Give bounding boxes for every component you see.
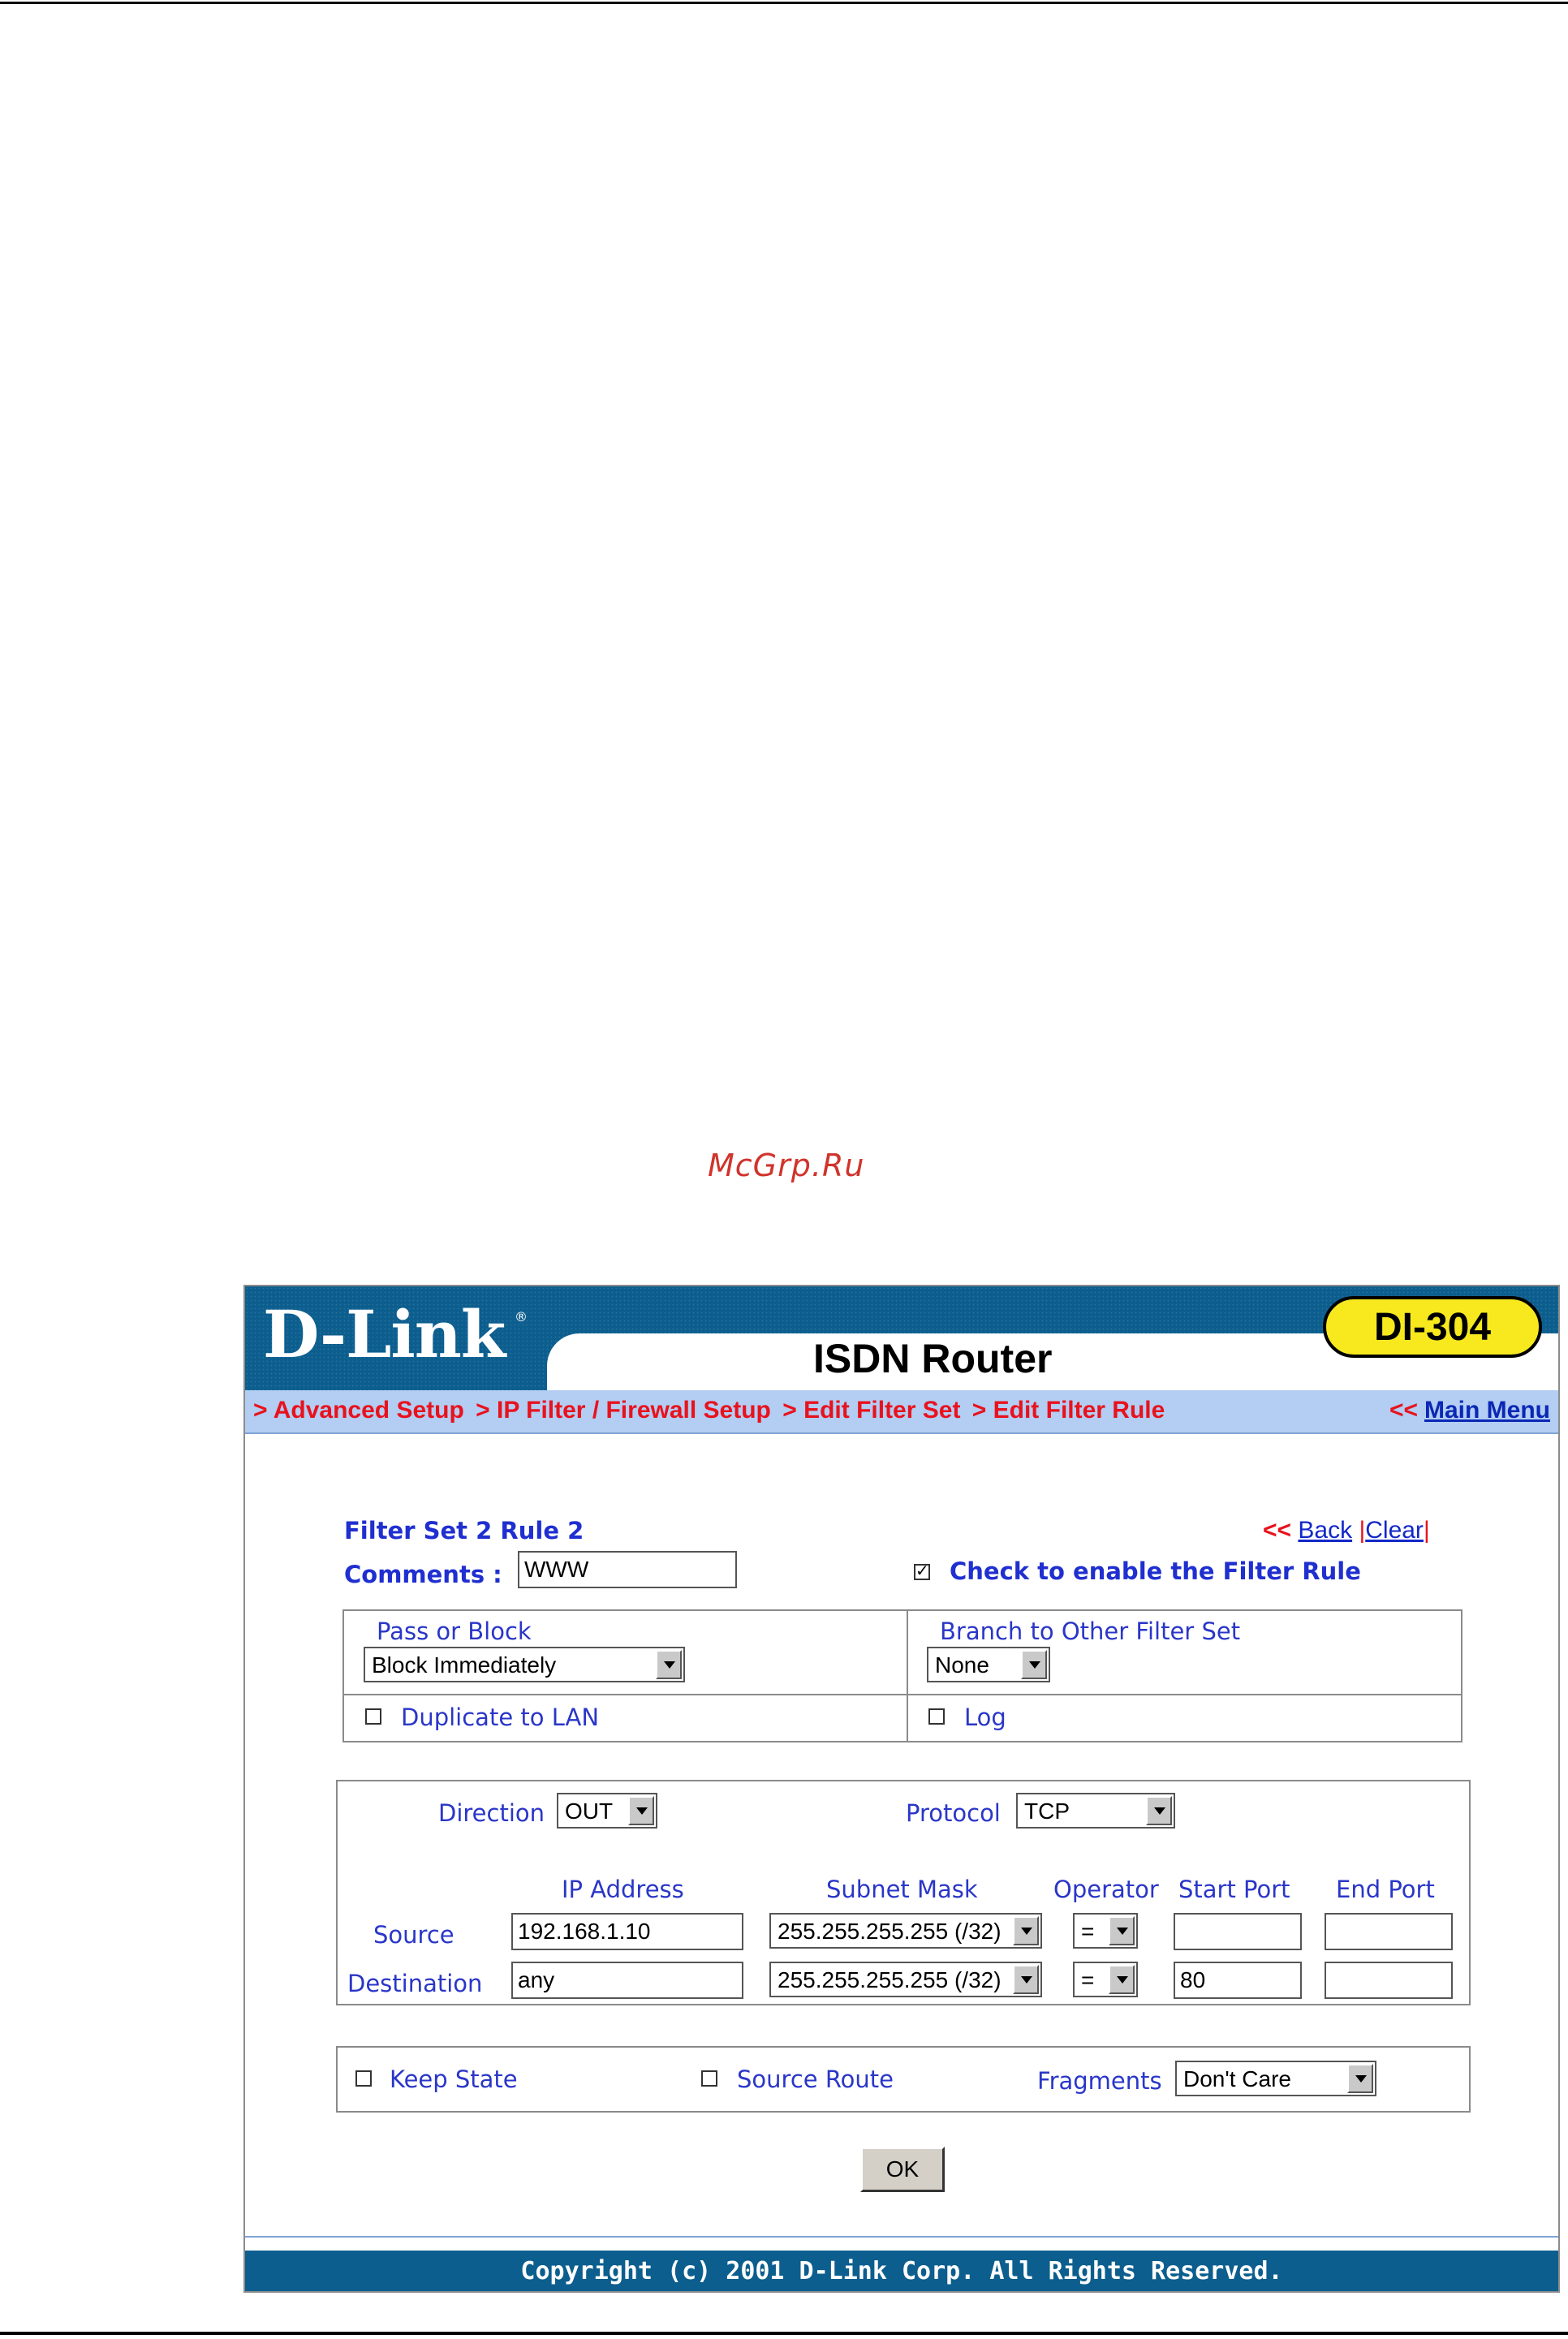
col-start-port: Start Port: [1178, 1876, 1290, 1903]
pass-block-label: Pass or Block: [377, 1617, 532, 1645]
ok-button[interactable]: OK: [860, 2147, 945, 2192]
chevron-down-icon[interactable]: [1109, 1965, 1135, 1994]
header-banner: D-Link ® ISDN Router DI-304: [245, 1286, 1558, 1390]
breadcrumb-item-edit-filter-rule: > Edit Filter Rule: [971, 1397, 1165, 1424]
chevron-down-icon[interactable]: [1347, 2064, 1373, 2093]
col-subnet-mask: Subnet Mask: [826, 1876, 978, 1903]
source-mask-select[interactable]: 255.255.255.255 (/32): [769, 1913, 1042, 1949]
main-menu-nav: << Main Menu: [1389, 1397, 1550, 1424]
keep-state-label: Keep State: [390, 2065, 518, 2093]
chevron-down-icon[interactable]: [1109, 1916, 1135, 1945]
source-operator-select[interactable]: =: [1073, 1913, 1138, 1949]
source-route-checkbox[interactable]: [701, 2070, 717, 2087]
router-window: D-Link ® ISDN Router DI-304 > Advanced S…: [243, 1285, 1560, 2293]
destination-mask-value: 255.255.255.255 (/32): [778, 1967, 1002, 1992]
direction-label: Direction: [438, 1799, 545, 1827]
branch-label: Branch to Other Filter Set: [940, 1617, 1241, 1645]
breadcrumb-item-ip-filter[interactable]: > IP Filter / Firewall Setup: [476, 1397, 771, 1424]
duplicate-lan-checkbox[interactable]: [365, 1708, 381, 1725]
log-label: Log: [964, 1704, 1006, 1731]
chevron-down-icon[interactable]: [1013, 1916, 1039, 1945]
footer-copyright: Copyright (c) 2001 D-Link Corp. All Righ…: [245, 2251, 1558, 2291]
destination-ip-input[interactable]: any: [511, 1962, 743, 1999]
direction-select[interactable]: OUT: [557, 1793, 657, 1829]
nav-links: << Back |Clear|: [1263, 1517, 1430, 1544]
chevron-down-icon[interactable]: [1021, 1650, 1047, 1679]
dlink-logo: D-Link: [263, 1296, 506, 1372]
action-row-divider: [342, 1694, 1462, 1695]
back-link[interactable]: Back: [1298, 1517, 1352, 1544]
source-start-port-input[interactable]: [1174, 1913, 1302, 1950]
watermark: McGrp.Ru: [708, 1148, 865, 1183]
registered-mark: ®: [515, 1309, 528, 1325]
rule-title: Filter Set 2 Rule 2: [344, 1517, 584, 1544]
destination-end-port-input[interactable]: [1325, 1962, 1453, 1999]
main-menu-arrow-icon: <<: [1389, 1397, 1418, 1424]
destination-label: Destination: [347, 1970, 483, 1997]
chevron-down-icon[interactable]: [656, 1650, 682, 1679]
fragments-value: Don't Care: [1183, 2066, 1291, 2091]
destination-mask-select[interactable]: 255.255.255.255 (/32): [769, 1962, 1042, 1997]
destination-start-port-input[interactable]: 80: [1174, 1962, 1302, 1999]
breadcrumb: > Advanced Setup > IP Filter / Firewall …: [245, 1390, 1558, 1434]
comments-label: Comments :: [344, 1561, 502, 1588]
log-checkbox[interactable]: [928, 1708, 945, 1725]
action-divider: [907, 1609, 908, 1742]
chevron-down-icon[interactable]: [1146, 1796, 1172, 1825]
source-route-label: Source Route: [737, 2065, 894, 2093]
back-arrow-icon: <<: [1263, 1517, 1292, 1544]
col-ip-address: IP Address: [562, 1876, 684, 1903]
product-title: ISDN Router: [813, 1336, 1053, 1381]
chevron-down-icon[interactable]: [628, 1796, 654, 1825]
fragments-select[interactable]: Don't Care: [1175, 2061, 1376, 2096]
footer-divider: [245, 2236, 1558, 2238]
model-badge: DI-304: [1323, 1296, 1542, 1358]
keep-state-checkbox[interactable]: [355, 2070, 372, 2087]
breadcrumb-trail: > Advanced Setup > IP Filter / Firewall …: [253, 1397, 1170, 1424]
branch-select[interactable]: None: [927, 1647, 1050, 1682]
source-ip-input[interactable]: 192.168.1.10: [511, 1913, 743, 1950]
destination-operator-select[interactable]: =: [1073, 1962, 1138, 1997]
main-menu-link[interactable]: Main Menu: [1424, 1397, 1550, 1424]
protocol-select[interactable]: TCP: [1016, 1793, 1175, 1829]
enable-rule-label: Check to enable the Filter Rule: [950, 1557, 1361, 1585]
direction-value: OUT: [565, 1798, 614, 1824]
separator: |: [1423, 1517, 1430, 1544]
destination-operator-value: =: [1081, 1967, 1095, 1992]
breadcrumb-item-advanced-setup[interactable]: > Advanced Setup: [253, 1397, 464, 1424]
comments-input[interactable]: WWW: [518, 1551, 737, 1588]
page-top-rule: [0, 2, 1568, 4]
source-end-port-input[interactable]: [1325, 1913, 1453, 1950]
clear-link[interactable]: Clear: [1365, 1517, 1424, 1544]
breadcrumb-item-edit-filter-set[interactable]: > Edit Filter Set: [782, 1397, 960, 1424]
source-mask-value: 255.255.255.255 (/32): [778, 1919, 1002, 1944]
duplicate-lan-label: Duplicate to LAN: [401, 1704, 600, 1731]
protocol-label: Protocol: [906, 1799, 1001, 1827]
page-bottom-rule: [0, 2332, 1568, 2335]
col-operator: Operator: [1053, 1876, 1159, 1903]
pass-block-value: Block Immediately: [372, 1652, 557, 1678]
chevron-down-icon[interactable]: [1013, 1965, 1039, 1994]
source-label: Source: [373, 1921, 454, 1949]
pass-block-select[interactable]: Block Immediately: [364, 1647, 685, 1682]
protocol-value: TCP: [1024, 1798, 1070, 1824]
col-end-port: End Port: [1336, 1876, 1435, 1903]
branch-value: None: [935, 1652, 989, 1678]
fragments-label: Fragments: [1037, 2067, 1162, 2095]
source-operator-value: =: [1081, 1919, 1095, 1944]
enable-rule-checkbox[interactable]: [914, 1561, 930, 1580]
